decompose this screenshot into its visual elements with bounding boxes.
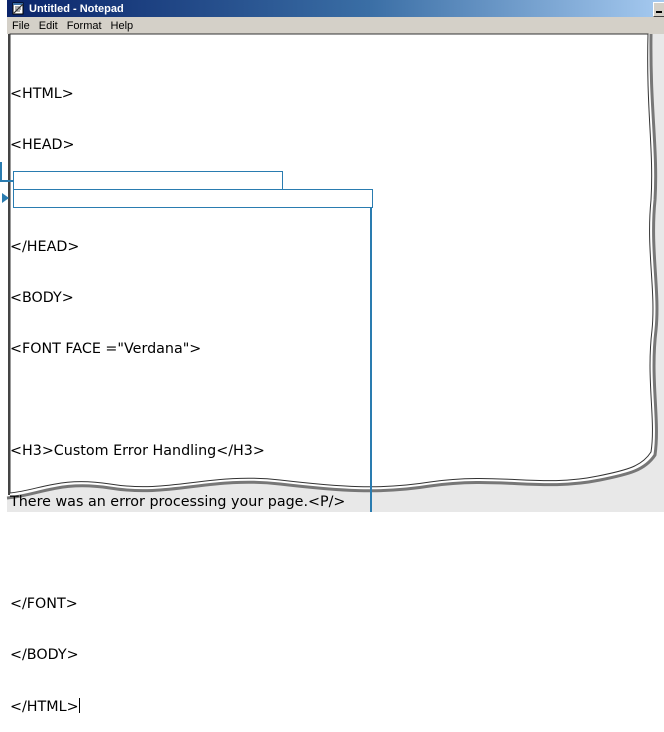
callout-paragraph-box [13, 189, 373, 208]
code-line: <FONT FACE ="Verdana"> [10, 341, 202, 357]
callout-leader-left-vertical [0, 162, 2, 181]
code-line: There was an error processing your page.… [10, 494, 346, 510]
code-line-last: </HTML> [10, 698, 630, 715]
editor-text-area[interactable]: <HTML> <HEAD> </HEAD> <BODY> <FONT FACE … [10, 52, 630, 732]
code-line-text: </HTML> [10, 699, 79, 715]
callout-h3-box [13, 171, 283, 190]
code-line: </HEAD> [10, 239, 80, 255]
code-line: <HEAD> [10, 137, 75, 153]
code-line: <H3>Custom Error Handling</H3> [10, 443, 265, 459]
callout-leader-left [0, 180, 13, 182]
code-line: <HTML> [10, 86, 74, 102]
text-cursor [78, 698, 80, 713]
callout-arrow-icon [2, 193, 9, 203]
code-line: </FONT> [10, 596, 78, 612]
code-line: <BODY> [10, 290, 74, 306]
code-line: </BODY> [10, 647, 79, 663]
callout-leader-bottom [370, 207, 372, 512]
